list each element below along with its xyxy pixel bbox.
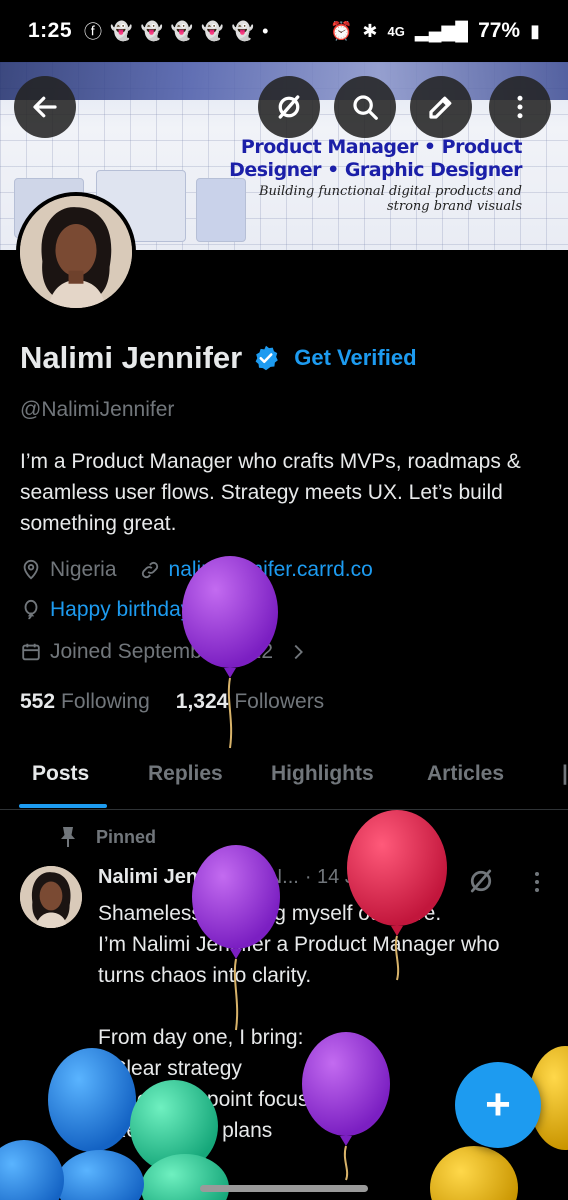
balloon — [56, 1150, 144, 1200]
pinned-label-row: Pinned — [58, 826, 156, 848]
tab-highlights[interactable]: Highlights — [271, 762, 374, 786]
post-author-avatar[interactable] — [20, 866, 82, 928]
verified-badge-icon — [255, 345, 279, 371]
tab-articles[interactable]: Articles — [427, 762, 504, 786]
grok-icon[interactable] — [466, 866, 496, 896]
post-author-name[interactable]: Nalimi Jennifer — [98, 866, 241, 889]
followers-count-link[interactable]: 1,324 Followers — [176, 690, 324, 714]
search-icon — [353, 95, 378, 120]
profile-bio: I’m a Product Manager who crafts MVPs, r… — [20, 450, 521, 535]
active-tab-indicator — [19, 804, 107, 808]
profile-tabs: Posts Replies Highlights Articles | — [0, 742, 568, 810]
tab-media-partial[interactable]: | — [562, 762, 568, 786]
tab-replies[interactable]: Replies — [148, 762, 223, 786]
banner-headline: Product Manager • Product Designer • Gra… — [229, 136, 522, 182]
birthday-row: Happy birthday! — [20, 598, 197, 622]
battery-icon: ▮ — [530, 20, 540, 41]
joined-row[interactable]: Joined September 2022 — [20, 640, 309, 664]
banner-subtitle: Building functional digital products and… — [259, 184, 522, 214]
balloon-icon — [24, 599, 38, 620]
banner-headline-line1: Product Manager • Product — [240, 136, 523, 158]
location-row: Nigeria nalimijennifer.carrd.co — [20, 558, 373, 582]
profile-location: Nigeria — [50, 558, 117, 581]
follow-counts: 552 Following 1,324 Followers — [20, 690, 324, 714]
bluetooth-icon: ✱ — [362, 20, 378, 41]
banner-mockup — [196, 178, 246, 242]
network-label: 4G — [387, 23, 405, 39]
status-time: 1:25 — [28, 19, 73, 42]
followers-label: Followers — [234, 690, 325, 713]
profile-name: Nalimi Jennifer — [20, 340, 243, 375]
followers-count: 1,324 — [175, 690, 229, 713]
profile-handle: @NalimiJennifer — [20, 398, 175, 421]
battery-level: 77% — [478, 19, 521, 42]
dot-icon: • — [262, 20, 269, 41]
grok-button[interactable] — [258, 76, 320, 138]
get-verified-link[interactable]: Get Verified — [294, 345, 416, 371]
profile-name-row: Nalimi Jennifer Get Verified — [20, 340, 417, 376]
snapchat-icon: 👻 — [140, 20, 163, 41]
following-count-link[interactable]: 552 Following — [20, 690, 150, 714]
alarm-icon: ⏰ — [330, 20, 353, 41]
grok-icon — [278, 95, 300, 119]
more-options-button[interactable] — [489, 76, 551, 138]
banner-subtitle-line2: strong brand visuals — [386, 199, 522, 214]
back-arrow-icon — [33, 96, 57, 118]
post-header: Nalimi Jennifer @N... · 14 Jun 25 — [98, 866, 405, 889]
home-indicator[interactable] — [200, 1185, 368, 1192]
profile-avatar[interactable] — [16, 192, 136, 312]
facebook-icon: ⓕ — [84, 22, 103, 42]
banner-subtitle-line1: Building functional digital products and — [258, 184, 522, 199]
banner-headline-line2: Designer • Graphic Designer — [229, 159, 522, 181]
post-date: · 14 Jun 25 — [304, 866, 405, 888]
pinned-label: Pinned — [96, 826, 157, 847]
link-icon — [141, 561, 158, 579]
following-count: 552 — [20, 690, 56, 713]
edit-pencil-icon — [429, 96, 452, 119]
avatar-photo — [20, 866, 82, 928]
calendar-icon — [22, 643, 40, 661]
balloon — [0, 1140, 64, 1200]
snapchat-icon: 👻 — [231, 20, 255, 41]
joined-date: Joined September 2022 — [50, 640, 273, 663]
tab-posts[interactable]: Posts — [32, 762, 89, 786]
search-button[interactable] — [334, 76, 396, 138]
status-bar: 1:25 ⓕ 👻 👻 👻 👻 👻 • ⏰ ✱ 4G ▂▄▆█ 77% ▮ — [0, 0, 568, 62]
notification-icons: ⓕ 👻 👻 👻 👻 👻 • — [84, 18, 268, 44]
post-author-handle: @N... — [247, 866, 299, 888]
following-label: Following — [61, 690, 150, 713]
profile-website-link[interactable]: nalimijennifer.carrd.co — [169, 558, 373, 582]
snapchat-icon: 👻 — [110, 20, 133, 41]
pin-icon — [61, 827, 75, 847]
balloon — [141, 1154, 229, 1200]
chevron-right-icon — [294, 644, 303, 660]
avatar-photo — [20, 196, 132, 308]
snapchat-icon: 👻 — [201, 20, 224, 41]
back-button[interactable] — [14, 76, 76, 138]
location-pin-icon — [23, 559, 39, 580]
signal-icon: ▂▄▆█ — [414, 20, 469, 41]
birthday-text[interactable]: Happy birthday! — [50, 598, 197, 622]
plus-icon: + — [485, 1080, 511, 1129]
system-icons: ⏰ ✱ 4G ▂▄▆█ 77% ▮ — [330, 19, 540, 43]
more-vertical-icon — [517, 95, 523, 119]
balloon — [430, 1146, 518, 1200]
post-more-icon[interactable] — [530, 870, 544, 894]
edit-button[interactable] — [410, 76, 472, 138]
snapchat-icon: 👻 — [170, 20, 194, 41]
compose-post-button[interactable]: + — [455, 1062, 541, 1148]
